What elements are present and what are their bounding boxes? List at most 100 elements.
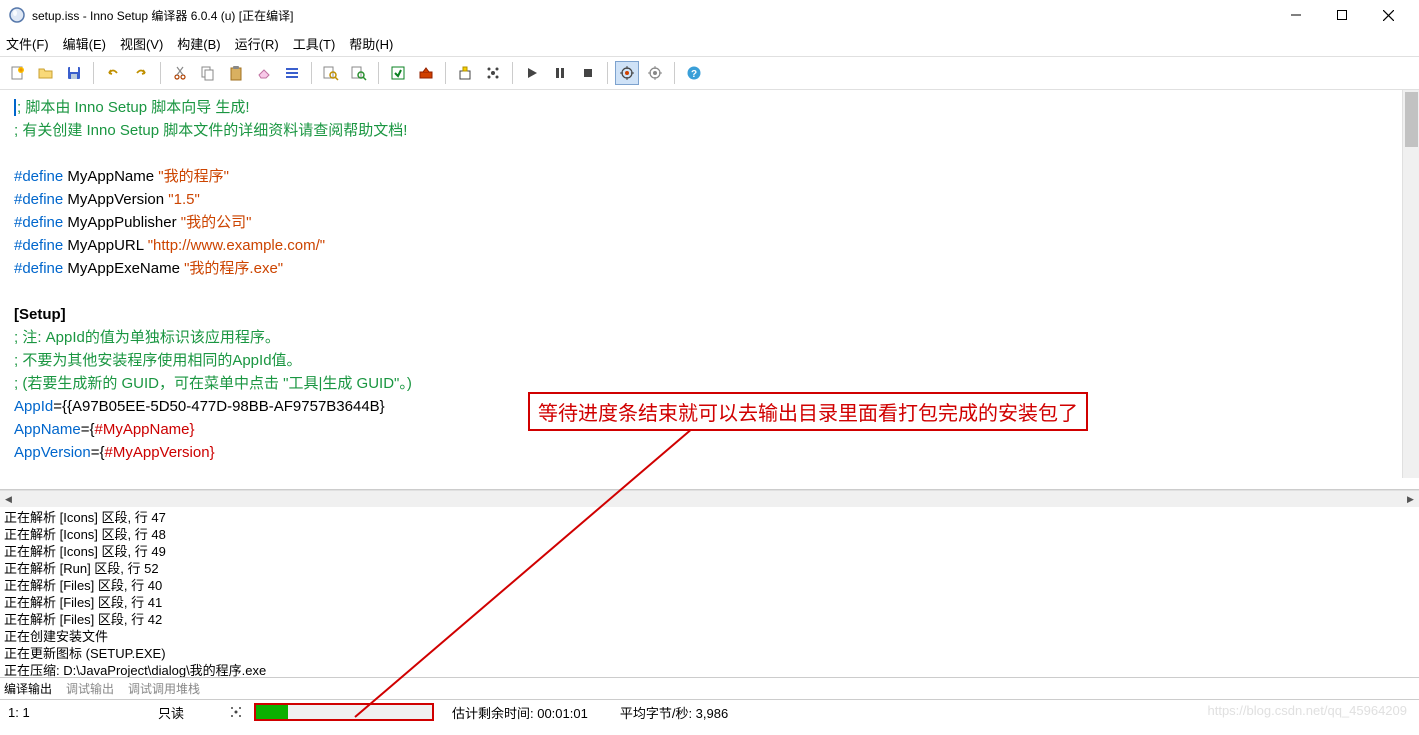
scroll-left-icon[interactable]: ◀ bbox=[0, 491, 17, 508]
section-header: [Setup] bbox=[14, 306, 66, 323]
identifier: MyAppVersion bbox=[63, 191, 168, 208]
horizontal-scrollbar[interactable]: ◀ ▶ bbox=[0, 490, 1419, 507]
time-remaining: 估计剩余时间: 00:01:01 bbox=[452, 703, 588, 722]
redo-icon[interactable] bbox=[129, 61, 153, 85]
directive: #define bbox=[14, 168, 63, 185]
open-icon[interactable] bbox=[34, 61, 58, 85]
menubar: 文件(F) 编辑(E) 视图(V) 构建(B) 运行(R) 工具(T) 帮助(H… bbox=[0, 30, 1419, 56]
output-line: 正在更新图标 (SETUP.EXE) bbox=[4, 645, 1415, 662]
menu-file[interactable]: 文件(F) bbox=[6, 34, 49, 53]
progress-fill bbox=[256, 705, 288, 719]
compile-progress bbox=[254, 703, 434, 721]
output-line: 正在解析 [Files] 区段, 行 41 bbox=[4, 594, 1415, 611]
string-literal: "我的程序" bbox=[158, 168, 229, 185]
wizard-icon[interactable] bbox=[481, 61, 505, 85]
build-icon[interactable] bbox=[453, 61, 477, 85]
toolbar-separator bbox=[607, 62, 608, 84]
cut-icon[interactable] bbox=[168, 61, 192, 85]
scroll-right-icon[interactable]: ▶ bbox=[1402, 491, 1419, 508]
output-panel[interactable]: 正在解析 [Icons] 区段, 行 47 正在解析 [Icons] 区段, 行… bbox=[0, 507, 1419, 677]
equals: ={ bbox=[91, 444, 105, 461]
stop-icon[interactable] bbox=[576, 61, 600, 85]
erase-icon[interactable] bbox=[252, 61, 276, 85]
toolbar-separator bbox=[93, 62, 94, 84]
menu-run[interactable]: 运行(R) bbox=[235, 34, 279, 53]
scrollbar-thumb[interactable] bbox=[1405, 92, 1418, 147]
string-literal: "我的程序.exe" bbox=[184, 260, 283, 277]
output-line: 正在解析 [Icons] 区段, 行 49 bbox=[4, 543, 1415, 560]
brace: } bbox=[210, 444, 215, 461]
run-icon[interactable] bbox=[520, 61, 544, 85]
toolbar-separator bbox=[311, 62, 312, 84]
output-line: 正在解析 [Icons] 区段, 行 48 bbox=[4, 526, 1415, 543]
pause-icon[interactable] bbox=[548, 61, 572, 85]
save-icon[interactable] bbox=[62, 61, 86, 85]
window-controls bbox=[1273, 0, 1411, 30]
code-line: ; 有关创建 Inno Setup 脚本文件的详细资料请查阅帮助文档! bbox=[14, 122, 407, 139]
directive: #define bbox=[14, 214, 63, 231]
value: ={{A97B05EE-5D50-477D-98BB-AF9757B3644B} bbox=[53, 398, 385, 415]
new-icon[interactable] bbox=[6, 61, 30, 85]
undo-icon[interactable] bbox=[101, 61, 125, 85]
tab-debug-callstack[interactable]: 调试调用堆栈 bbox=[128, 680, 200, 697]
scrollbar-track[interactable] bbox=[17, 491, 1402, 508]
toolbar-separator bbox=[445, 62, 446, 84]
output-line: 正在创建安装文件 bbox=[4, 628, 1415, 645]
vertical-scrollbar[interactable] bbox=[1402, 90, 1419, 478]
output-line: 正在解析 [Icons] 区段, 行 47 bbox=[4, 509, 1415, 526]
paste-icon[interactable] bbox=[224, 61, 248, 85]
target-release-icon[interactable] bbox=[643, 61, 667, 85]
statusbar: 1: 1 只读 估计剩余时间: 00:01:01 平均字节/秒: 3,986 h… bbox=[0, 699, 1419, 724]
readonly-indicator: 只读 bbox=[158, 703, 218, 722]
equals: ={ bbox=[81, 421, 95, 438]
output-line: 正在压缩: D:\JavaProject\dialog\我的程序.exe bbox=[4, 662, 1415, 677]
compile-status-icon bbox=[228, 704, 244, 720]
string-literal: "我的公司" bbox=[181, 214, 252, 231]
directive: #define bbox=[14, 237, 63, 254]
menu-help[interactable]: 帮助(H) bbox=[349, 34, 393, 53]
close-button[interactable] bbox=[1365, 0, 1411, 30]
tab-compile-output[interactable]: 编译输出 bbox=[4, 680, 52, 697]
toolbar-separator bbox=[160, 62, 161, 84]
key: AppId bbox=[14, 398, 53, 415]
toolbar-separator bbox=[674, 62, 675, 84]
output-line: 正在解析 [Files] 区段, 行 40 bbox=[4, 577, 1415, 594]
menu-tools[interactable]: 工具(T) bbox=[293, 34, 336, 53]
menu-view[interactable]: 视图(V) bbox=[120, 34, 163, 53]
compile-icon[interactable] bbox=[386, 61, 410, 85]
replace-icon[interactable] bbox=[347, 61, 371, 85]
directive: #define bbox=[14, 191, 63, 208]
select-all-icon[interactable] bbox=[280, 61, 304, 85]
output-line: 正在解析 [Files] 区段, 行 42 bbox=[4, 611, 1415, 628]
find-icon[interactable] bbox=[319, 61, 343, 85]
identifier: MyAppPublisher bbox=[63, 214, 181, 231]
code-line: ; 注: AppId的值为单独标识该应用程序。 bbox=[14, 329, 280, 346]
target-debug-icon[interactable] bbox=[615, 61, 639, 85]
toolbar-separator bbox=[512, 62, 513, 84]
help-icon[interactable]: ? bbox=[682, 61, 706, 85]
code-line: ; 脚本由 Inno Setup 脚本向导 生成! bbox=[17, 99, 250, 116]
output-line: 正在解析 [Run] 区段, 行 52 bbox=[4, 560, 1415, 577]
code-line: ; (若要生成新的 GUID，可在菜单中点击 "工具|生成 GUID"。) bbox=[14, 375, 412, 392]
copy-icon[interactable] bbox=[196, 61, 220, 85]
key: AppName bbox=[14, 421, 81, 438]
identifier: MyAppURL bbox=[63, 237, 147, 254]
toolbar-separator bbox=[378, 62, 379, 84]
toolbar: ? bbox=[0, 56, 1419, 90]
menu-edit[interactable]: 编辑(E) bbox=[63, 34, 106, 53]
stop-compile-icon[interactable] bbox=[414, 61, 438, 85]
directive: #define bbox=[14, 260, 63, 277]
app-icon bbox=[8, 6, 26, 24]
window-title: setup.iss - Inno Setup 编译器 6.0.4 (u) [正在… bbox=[32, 7, 1273, 24]
brace: } bbox=[190, 421, 195, 438]
minimize-button[interactable] bbox=[1273, 0, 1319, 30]
cursor-position: 1: 1 bbox=[8, 705, 68, 720]
svg-text:?: ? bbox=[691, 69, 697, 80]
identifier: MyAppName bbox=[63, 168, 158, 185]
tab-debug-output[interactable]: 调试输出 bbox=[66, 680, 114, 697]
output-tabs: 编译输出 调试输出 调试调用堆栈 bbox=[0, 677, 1419, 699]
string-literal: "http://www.example.com/" bbox=[148, 237, 325, 254]
menu-build[interactable]: 构建(B) bbox=[177, 34, 220, 53]
avg-bytes-per-sec: 平均字节/秒: 3,986 bbox=[620, 703, 728, 722]
maximize-button[interactable] bbox=[1319, 0, 1365, 30]
